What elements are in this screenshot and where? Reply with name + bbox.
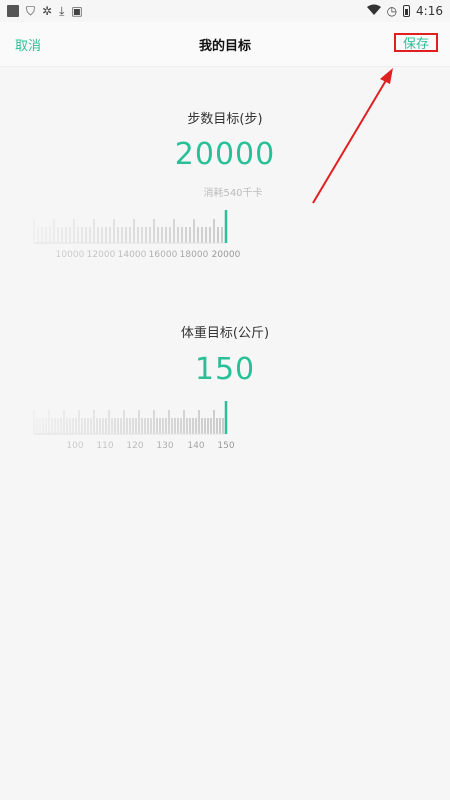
status-bar-right: ◷ 4:16 (366, 0, 443, 22)
steps-ruler-slider[interactable]: 10000 12000 14000 16000 18000 20000 (30, 205, 250, 265)
save-button[interactable]: 保存 (394, 33, 438, 52)
notification-icon: ▣ (71, 4, 83, 18)
steps-tick-label: 12000 (87, 250, 116, 260)
app-square-icon (7, 5, 19, 17)
wifi-icon (366, 4, 381, 19)
weight-tick-label: 100 (66, 441, 83, 451)
weight-tick-label: 110 (96, 441, 113, 451)
page-title: 我的目标 (198, 38, 251, 54)
weight-tick-label: 120 (126, 441, 143, 451)
steps-tick-label: 10000 (56, 250, 85, 260)
weight-tick-label: 130 (156, 441, 173, 451)
steps-goal-value: 20000 (174, 137, 276, 172)
status-bar: ⛉ ✲ ⤓ ▣ ◷ 4:16 (0, 0, 450, 22)
status-time: 4:16 (416, 4, 443, 18)
calories-text: 消耗540千卡 (203, 188, 263, 199)
battery-icon (403, 5, 411, 17)
weight-ruler-slider[interactable]: 100 110 120 130 140 150 (30, 396, 250, 456)
bug-icon: ✲ (42, 4, 53, 18)
alarm-icon: ◷ (386, 4, 398, 18)
weight-goal-label: 体重目标(公斤) (180, 326, 270, 341)
steps-goal-label: 步数目标(步) (187, 112, 263, 127)
shield-icon: ⛉ (26, 4, 36, 18)
steps-tick-label: 20000 (212, 250, 241, 260)
steps-tick-label: 16000 (149, 250, 178, 260)
title-bar: 取消 我的目标 保存 (0, 22, 450, 67)
weight-goal-value: 150 (194, 352, 256, 387)
download-icon: ⤓ (59, 4, 65, 18)
save-button-label: 保存 (402, 37, 429, 52)
weight-tick-label: 140 (187, 441, 204, 451)
steps-tick-label: 18000 (180, 250, 209, 260)
status-bar-left: ⛉ ✲ ⤓ ▣ (0, 5, 83, 17)
weight-tick-label: 150 (217, 441, 234, 451)
cancel-button[interactable]: 取消 (15, 35, 41, 54)
steps-tick-label: 14000 (118, 250, 147, 260)
